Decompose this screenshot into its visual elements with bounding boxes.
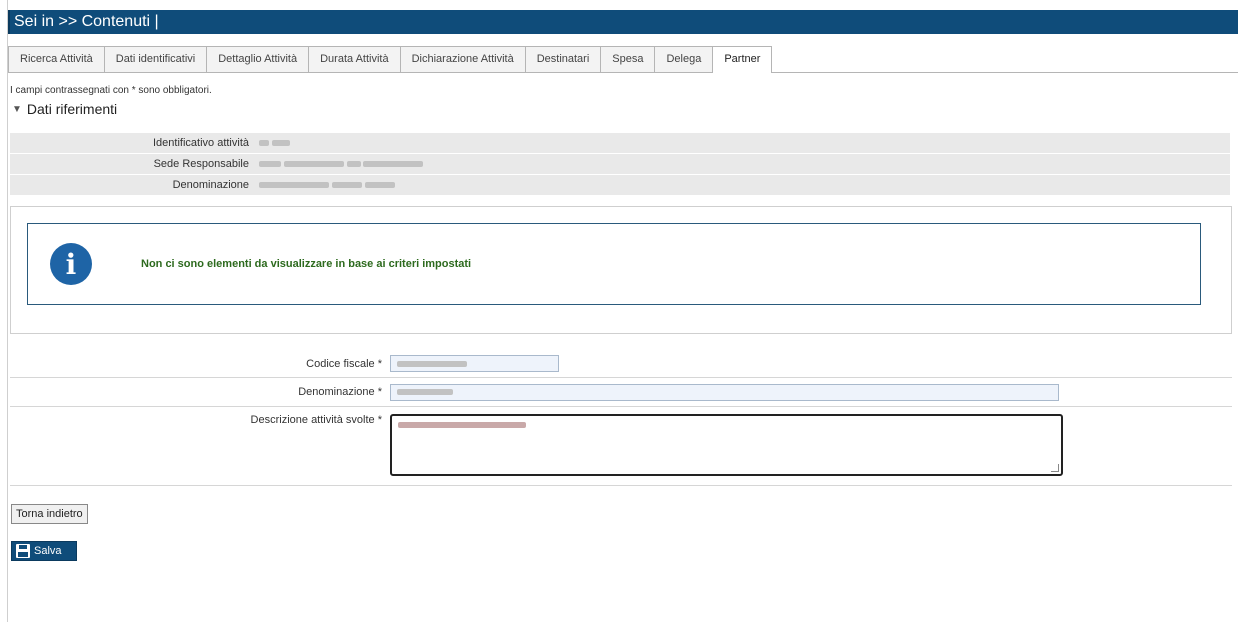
descrizione-label: Descrizione attività svolte * — [250, 414, 382, 426]
resize-handle[interactable] — [1051, 464, 1059, 472]
denominazione-label: Denominazione * — [298, 386, 382, 398]
references-table: Identificativo attività Sede Responsabil… — [10, 133, 1230, 196]
tab-durata-attivita[interactable]: Durata Attività — [308, 46, 400, 72]
section-title: Dati riferimenti — [26, 101, 118, 117]
reference-value-redacted — [259, 180, 395, 191]
info-message-box: i Non ci sono elementi da visualizzare i… — [27, 223, 1201, 305]
form-row-descrizione: Descrizione attività svolte * — [10, 407, 1232, 486]
reference-label: Identificativo attività — [153, 137, 249, 149]
tab-spesa[interactable]: Spesa — [600, 46, 655, 72]
triangle-down-icon: ▼ — [12, 103, 22, 115]
reference-row: Identificativo attività — [10, 133, 1230, 154]
reference-value-redacted — [259, 138, 290, 149]
save-label: Salva — [34, 545, 62, 557]
tab-partner[interactable]: Partner — [712, 46, 773, 73]
tab-destinatari[interactable]: Destinatari — [524, 46, 601, 72]
back-button[interactable]: Torna indietro — [11, 504, 88, 524]
info-message: Non ci sono elementi da visualizzare in … — [141, 258, 472, 270]
tab-dichiarazione-attivita[interactable]: Dichiarazione Attività — [399, 46, 525, 72]
codice-fiscale-label: Codice fiscale * — [306, 357, 382, 370]
form-row-denominazione: Denominazione * — [10, 378, 1232, 407]
tab-dettaglio-attivita[interactable]: Dettaglio Attività — [206, 46, 309, 72]
descrizione-textarea[interactable] — [390, 414, 1063, 476]
save-disk-icon — [16, 544, 30, 558]
form-row-codice-fiscale: Codice fiscale * — [10, 350, 1232, 378]
action-buttons: Torna indietro Salva — [10, 504, 1238, 561]
tab-dati-identificativi[interactable]: Dati identificativi — [103, 46, 207, 72]
reference-value-redacted — [259, 159, 424, 170]
reference-row: Sede Responsabile — [10, 154, 1230, 175]
tab-bar: Ricerca Attività Dati identificativi Det… — [8, 46, 1238, 73]
main-content: I campi contrassegnati con * sono obblig… — [8, 73, 1238, 561]
left-frame-border — [0, 0, 8, 622]
page-header: Sei in >> Contenuti | — [8, 10, 1238, 34]
reference-row: Denominazione — [10, 175, 1230, 196]
save-button[interactable]: Salva — [11, 541, 77, 561]
app-window: Sei in >> Contenuti | Ricerca Attività D… — [8, 10, 1238, 622]
tab-ricerca-attivita[interactable]: Ricerca Attività — [8, 46, 104, 72]
tab-delega[interactable]: Delega — [654, 46, 713, 72]
codice-fiscale-input[interactable] — [390, 355, 559, 372]
section-toggle-dati-riferimenti[interactable]: ▼ Dati riferimenti — [10, 101, 1238, 117]
reference-label: Denominazione — [172, 179, 249, 191]
reference-label: Sede Responsabile — [153, 158, 249, 170]
results-panel: i Non ci sono elementi da visualizzare i… — [10, 206, 1232, 334]
required-fields-note: I campi contrassegnati con * sono obblig… — [10, 85, 212, 96]
info-icon: i — [50, 243, 92, 285]
partner-form: Codice fiscale * Denominazione * Descriz… — [10, 350, 1232, 486]
denominazione-input[interactable] — [390, 383, 1059, 401]
breadcrumb: Sei in >> Contenuti | — [14, 13, 159, 30]
